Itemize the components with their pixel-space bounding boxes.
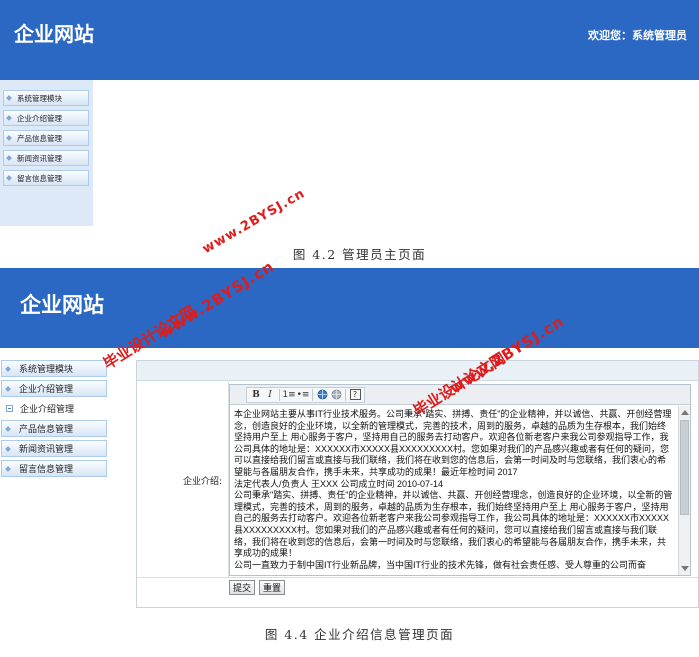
site-header: 企业网站 [0,268,699,348]
sidebar-item-company-intro[interactable]: 企业介绍管理 [3,110,89,126]
globe-unlink-icon [331,389,341,400]
sidebar-item-label: 产品信息管理 [17,133,62,143]
rich-text-editor[interactable]: B I 1≡ •≡ ? 本企业网站主要从事IT行业技术服务。公司秉承"踏实、拼搏… [229,384,691,576]
admin-home-screenshot: 企业网站 欢迎您：系统管理员 系统管理模块 企业介绍管理 产品信息管理 新闻资讯… [0,0,699,232]
toolbar-divider [345,388,346,401]
welcome-text: 欢迎您：系统管理员 [588,29,687,42]
bullet-icon [6,155,12,161]
sidebar-item-label: 系统管理模块 [17,93,62,103]
sidebar-item-news[interactable]: 新闻资讯管理 [3,150,89,166]
sidebar-subitem-company-intro[interactable]: 企业介绍管理 [1,400,107,417]
sidebar-item-news[interactable]: 新闻资讯管理 [1,440,107,457]
unlink-button[interactable] [329,388,343,402]
help-button[interactable]: ? [348,388,362,402]
unordered-list-button[interactable]: •≡ [296,388,310,402]
reset-button[interactable]: 重置 [259,580,286,595]
bullet-icon [6,135,12,141]
company-intro-screenshot: 企业网站 系统管理模块 企业介绍管理 企业介绍管理 产品信息管理 新闻资讯管理 … [0,268,699,613]
link-button[interactable] [315,388,329,402]
bullet-icon [5,445,11,452]
sidebar-item-products[interactable]: 产品信息管理 [3,130,89,146]
sidebar: 系统管理模块 企业介绍管理 企业介绍管理 产品信息管理 新闻资讯管理 留言信息管… [0,348,134,613]
sidebar-item-label: 产品信息管理 [19,425,74,435]
scroll-down-icon[interactable] [681,566,689,571]
figure-caption: 图 4.4 企业介绍信息管理页面 [264,627,455,642]
bullet-icon [5,365,11,372]
sidebar-item-label: 留言信息管理 [19,465,74,475]
form-title-bar [137,361,698,381]
sidebar-item-label: 企业介绍管理 [19,385,74,395]
scroll-thumb[interactable] [680,420,689,515]
editor-scrollbar[interactable] [678,406,690,575]
sidebar-item-label: 系统管理模块 [19,365,74,375]
help-icon: ? [349,389,361,400]
form-label: 企业介绍: [137,382,229,578]
site-header: 企业网站 欢迎您：系统管理员 [0,0,699,80]
sidebar-item-messages[interactable]: 留言信息管理 [3,170,89,186]
site-logo: 企业网站 [20,292,104,317]
sidebar-item-products[interactable]: 产品信息管理 [1,420,107,437]
sidebar-item-label: 新闻资讯管理 [19,445,74,455]
bold-button[interactable]: B [249,388,263,402]
bullet-icon [5,465,11,472]
bullet-icon [5,385,11,392]
content-paragraph: 法定代表人/负责人 王XXX 公司成立时间 2010-07-14 [234,478,444,489]
bullet-icon [6,175,12,181]
sidebar-item-label: 新闻资讯管理 [17,153,62,163]
site-logo: 企业网站 [14,22,94,46]
sidebar-item-label: 企业介绍管理 [20,405,75,415]
sidebar-nav: 系统管理模块 企业介绍管理 产品信息管理 新闻资讯管理 留言信息管理 [3,90,89,190]
content-paragraph: 公司一直致力于制中国IT行业新品牌，当中国IT行业的技术先锋，做有社会责任感、受… [234,559,646,570]
format-group: B I 1≡ •≡ ? [246,386,365,403]
globe-link-icon [317,389,327,400]
collapse-icon [6,405,13,412]
sidebar-item-company-intro[interactable]: 企业介绍管理 [1,380,107,397]
sidebar-item-system[interactable]: 系统管理模块 [1,360,107,377]
sidebar-item-label: 留言信息管理 [17,173,62,183]
sidebar-item-messages[interactable]: 留言信息管理 [1,460,107,477]
figure-caption: 图 4.2 管理员主页面 [292,247,427,262]
form-actions: 提交 重置 [229,580,289,595]
sidebar-nav: 系统管理模块 企业介绍管理 企业介绍管理 产品信息管理 新闻资讯管理 留言信息管… [1,360,107,480]
bullet-icon [6,95,12,101]
sidebar-item-label: 企业介绍管理 [17,113,62,123]
italic-button[interactable]: I [263,388,277,402]
sidebar: 系统管理模块 企业介绍管理 产品信息管理 新闻资讯管理 留言信息管理 [0,80,93,226]
toolbar-divider [312,388,313,401]
bullet-icon [5,425,11,432]
bullet-icon [6,115,12,121]
ordered-list-button[interactable]: 1≡ [282,388,296,402]
toolbar-divider [279,388,280,401]
content-paragraph: 公司秉承"踏实、拼搏、责任"的企业精神，并以诚信、共赢、开创经营理念，创造良好的… [234,490,673,559]
submit-button[interactable]: 提交 [229,580,256,595]
scroll-up-icon[interactable] [681,410,689,415]
sidebar-item-system[interactable]: 系统管理模块 [3,90,89,106]
content-paragraph: 本企业网站主要从事IT行业技术服务。公司秉承"踏实、拼搏、责任"的企业精神，并以… [234,409,672,477]
editor-content[interactable]: 本企业网站主要从事IT行业技术服务。公司秉承"踏实、拼搏、责任"的企业精神，并以… [230,406,678,575]
